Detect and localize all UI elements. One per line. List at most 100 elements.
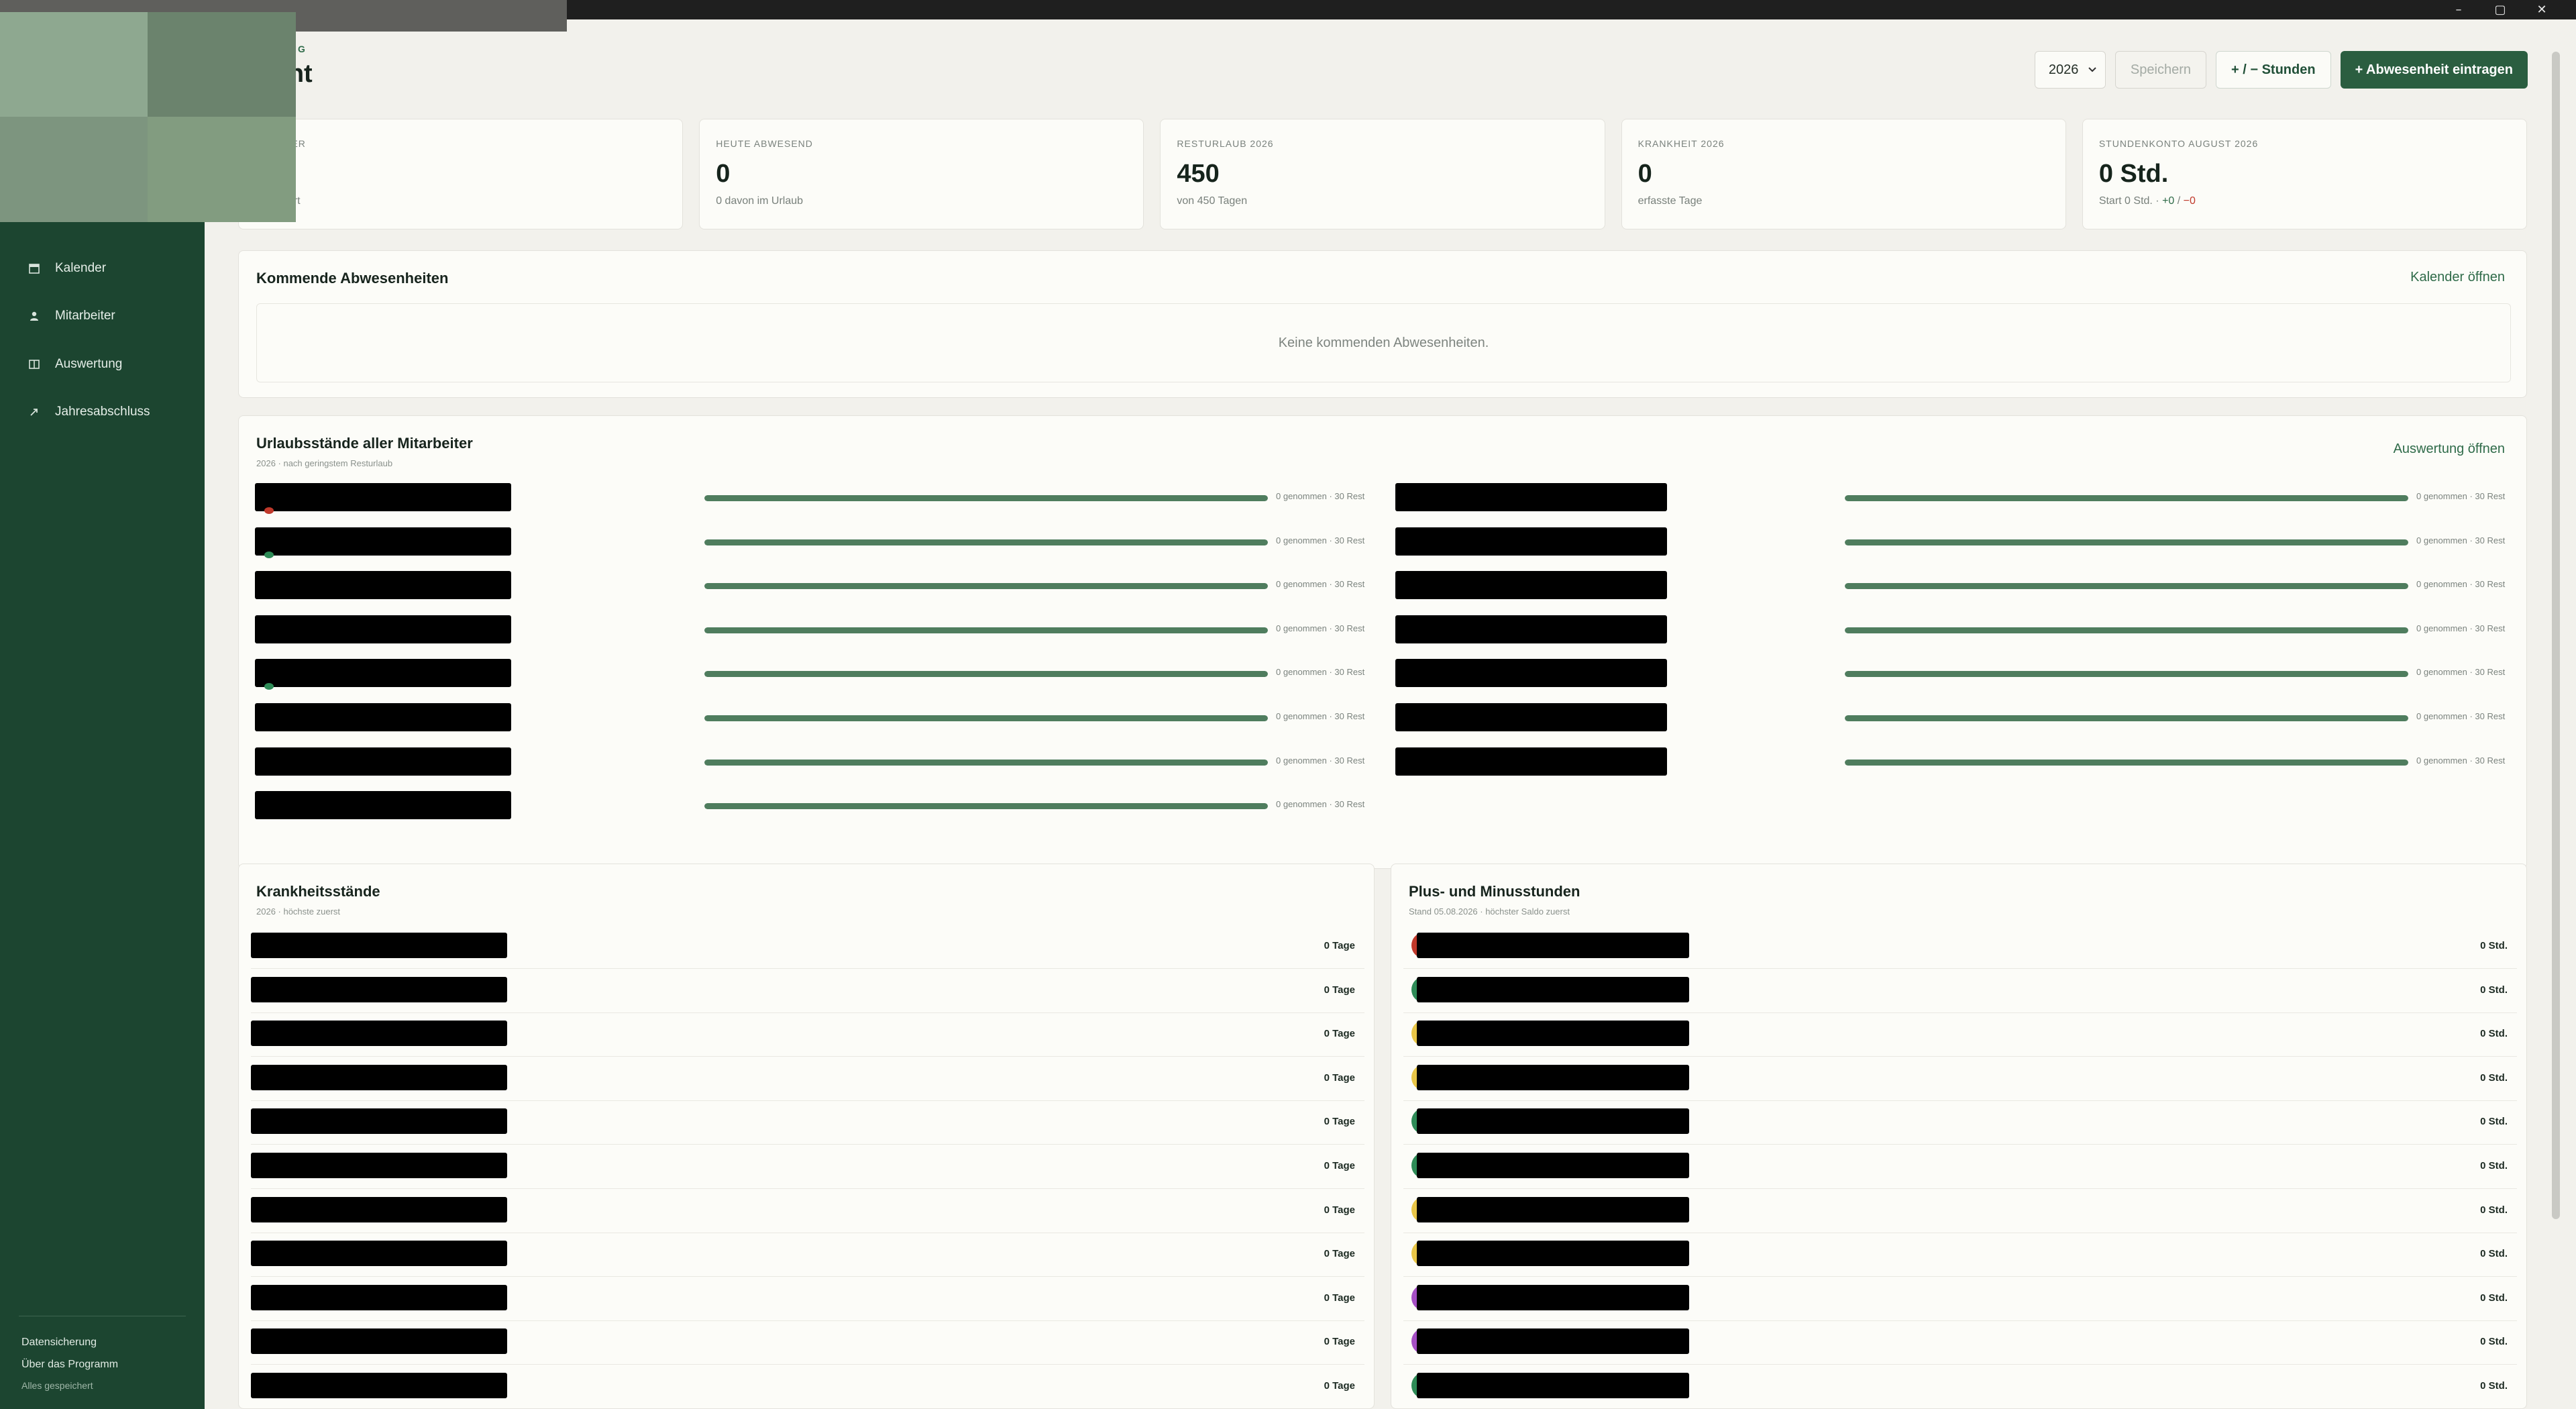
vacation-progress-fill bbox=[1845, 759, 2408, 766]
employee-name-redacted bbox=[251, 1196, 507, 1222]
employee-name-redacted bbox=[1417, 1021, 1689, 1047]
vacation-progress-bar bbox=[1845, 671, 2408, 678]
list-item: 0 Tage bbox=[251, 1277, 1364, 1321]
stat-sub: Start 0 Std. · +0 / −0 bbox=[2099, 195, 2510, 207]
vacation-row: 0 genommen · 30 Rest bbox=[239, 527, 2528, 556]
list-item-value: 0 Std. bbox=[2480, 1072, 2508, 1084]
vacation-panel: Urlaubsstände aller Mitarbeiter 2026 · n… bbox=[238, 415, 2527, 869]
vacation-progress-fill bbox=[1845, 671, 2408, 678]
list-item-value: 0 Tage bbox=[1324, 1380, 1355, 1392]
panel-title: Plus- und Minusstunden bbox=[1409, 883, 1580, 900]
close-icon[interactable]: ✕ bbox=[2521, 0, 2563, 19]
vacation-row: 0 genommen · 30 Rest bbox=[239, 659, 2528, 688]
panel-subtitle: 2026 · höchste zuerst bbox=[256, 906, 341, 917]
sidebar-item-label: Mitarbeiter bbox=[55, 309, 115, 323]
vacation-progress-fill bbox=[1845, 627, 2408, 633]
upcoming-absences-panel: Kommende Abwesenheiten Kalender öffnen K… bbox=[238, 250, 2527, 398]
calendar-icon bbox=[28, 262, 40, 274]
stat-card-absent-today: HEUTE ABWESEND 0 0 davon im Urlaub bbox=[699, 119, 1144, 229]
employee-name-redacted bbox=[251, 1064, 507, 1090]
employee-name-redacted bbox=[251, 1373, 507, 1398]
employee-name-redacted bbox=[1417, 1108, 1689, 1135]
list-item-value: 0 Std. bbox=[2480, 984, 2508, 996]
panel-subtitle: 2026 · nach geringstem Resturlaub bbox=[256, 458, 393, 468]
stat-card-employees: ITER ührt bbox=[238, 119, 684, 229]
hours-balance-panel: Plus- und Minusstunden Stand 05.08.2026 … bbox=[1391, 864, 2527, 1409]
vacation-progress-bar bbox=[1845, 759, 2408, 766]
employee-name-redacted bbox=[1395, 527, 1667, 556]
vacation-row: 0 genommen · 30 Rest bbox=[239, 483, 2528, 511]
list-item: 0 Std. bbox=[1403, 1145, 2517, 1189]
person-icon bbox=[28, 310, 40, 322]
sidebar-item-auswertung[interactable]: Auswertung bbox=[0, 340, 205, 388]
panel-subtitle: Stand 05.08.2026 · höchster Saldo zuerst bbox=[1409, 906, 1570, 917]
open-evaluation-link[interactable]: Auswertung öffnen bbox=[2394, 441, 2505, 457]
stat-sub-plus: +0 bbox=[2162, 195, 2175, 207]
stat-label: ITER bbox=[255, 138, 666, 149]
list-item: 0 Std. bbox=[1403, 1233, 2517, 1277]
employee-name-redacted bbox=[251, 976, 507, 1002]
vacation-summary: 0 genommen · 30 Rest bbox=[2416, 579, 2506, 590]
list-item-value: 0 Tage bbox=[1324, 984, 1355, 996]
sidebar-item-mitarbeiter[interactable]: Mitarbeiter bbox=[0, 293, 205, 341]
minimize-icon[interactable]: – bbox=[2438, 0, 2479, 19]
backup-link[interactable]: Datensicherung bbox=[21, 1331, 183, 1353]
employee-name-redacted bbox=[1417, 1196, 1689, 1222]
list-item: 0 Tage bbox=[251, 1365, 1364, 1409]
chevron-down-icon bbox=[2088, 64, 2097, 75]
list-item-value: 0 Std. bbox=[2480, 1336, 2508, 1348]
stat-label: RESTURLAUB 2026 bbox=[1177, 138, 1274, 149]
sidebar-item-jahresabschluss[interactable]: Jahresabschluss bbox=[0, 388, 205, 437]
list-item-value: 0 Std. bbox=[2480, 1380, 2508, 1392]
stat-sub-separator: / bbox=[2174, 195, 2184, 207]
sidebar-item-label: Kalender bbox=[55, 260, 107, 275]
maximize-icon[interactable]: ▢ bbox=[2479, 0, 2521, 19]
empty-state: Keine kommenden Abwesenheiten. bbox=[256, 303, 2511, 382]
list-item: 0 Tage bbox=[251, 1320, 1364, 1365]
list-item: 0 Std. bbox=[1403, 969, 2517, 1013]
stat-label: KRANKHEIT 2026 bbox=[1638, 138, 1725, 149]
sickness-panel: Krankheitsstände 2026 · höchste zuerst 0… bbox=[238, 864, 1375, 1409]
open-calendar-link[interactable]: Kalender öffnen bbox=[2410, 270, 2505, 285]
list-item: 0 Tage bbox=[251, 1145, 1364, 1189]
save-status: Alles gespeichert bbox=[21, 1380, 93, 1391]
vacation-summary: 0 genommen · 30 Rest bbox=[2416, 623, 2506, 633]
employee-name-redacted bbox=[1417, 1328, 1689, 1355]
list-item: 0 Std. bbox=[1403, 1012, 2517, 1057]
vacation-row: 0 genommen · 30 Rest bbox=[239, 571, 2528, 600]
list-item: 0 Std. bbox=[1403, 1320, 2517, 1365]
stat-sub: ührt bbox=[255, 195, 666, 207]
list-item: 0 Std. bbox=[1403, 1189, 2517, 1233]
vacation-progress-bar bbox=[1845, 495, 2408, 501]
list-item: 0 Tage bbox=[251, 969, 1364, 1013]
employee-name-redacted bbox=[251, 1021, 507, 1047]
year-select-value: 2026 bbox=[2048, 62, 2079, 77]
employee-name-redacted bbox=[1395, 703, 1667, 731]
add-absence-button[interactable]: + Abwesenheit eintragen bbox=[2340, 51, 2528, 89]
employee-name-redacted bbox=[1395, 659, 1667, 688]
vacation-progress-bar bbox=[1845, 583, 2408, 590]
list-item: 0 Std. bbox=[1403, 1100, 2517, 1145]
sidebar-item-label: Auswertung bbox=[55, 356, 123, 371]
sidebar-item-kalender[interactable]: Kalender bbox=[0, 244, 205, 293]
vacation-progress-fill bbox=[1845, 583, 2408, 590]
save-button[interactable]: Speichern bbox=[2114, 51, 2206, 89]
vacation-progress-fill bbox=[1845, 715, 2408, 721]
list-item: 0 Tage bbox=[251, 1189, 1364, 1233]
year-select[interactable]: 2026 bbox=[2034, 51, 2106, 89]
employee-name-redacted bbox=[1417, 1284, 1689, 1310]
employee-name-redacted bbox=[251, 1153, 507, 1178]
list-item-value: 0 Tage bbox=[1324, 1072, 1355, 1084]
stat-value: 450 bbox=[1177, 160, 1220, 188]
about-link[interactable]: Über das Programm bbox=[21, 1353, 183, 1375]
employee-name-redacted bbox=[1417, 976, 1689, 1002]
stat-value bbox=[255, 160, 666, 189]
panel-title: Krankheitsstände bbox=[256, 883, 380, 900]
vertical-scrollbar[interactable] bbox=[2552, 52, 2560, 1219]
hours-button[interactable]: + / − Stunden bbox=[2215, 51, 2331, 89]
panel-title: Urlaubsstände aller Mitarbeiter bbox=[256, 435, 473, 452]
employee-name-redacted bbox=[251, 933, 507, 958]
employee-name-redacted bbox=[251, 1328, 507, 1355]
list-item-value: 0 Tage bbox=[1324, 1116, 1355, 1128]
panel-title: Kommende Abwesenheiten bbox=[256, 270, 449, 286]
